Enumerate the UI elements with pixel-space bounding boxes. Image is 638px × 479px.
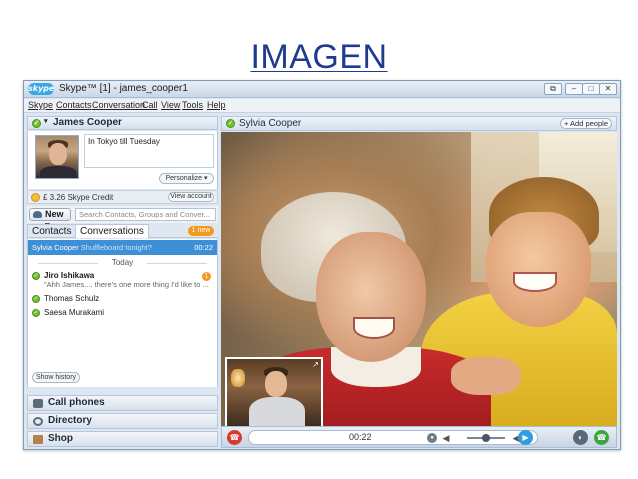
- profile-header[interactable]: ✓ ▾ James Cooper: [27, 116, 218, 130]
- title-bar: skype Skype™ [1] - james_cooper1 ⧉ – □ ✕: [24, 81, 620, 98]
- volume-slider[interactable]: [467, 434, 505, 442]
- shop-button[interactable]: Shop: [27, 431, 218, 447]
- slide-title: IMAGEN: [250, 38, 388, 76]
- menu-bar: Skype Contacts Conversation Call View To…: [24, 99, 620, 113]
- phone-icon: [33, 399, 43, 408]
- call-phones-label: Call phones: [48, 397, 105, 408]
- maximize-icon[interactable]: □: [582, 83, 600, 95]
- menu-contacts[interactable]: Contacts: [56, 100, 92, 110]
- list-item[interactable]: ✓ Thomas Schulz: [32, 294, 99, 303]
- call-pane: ✓ Sylvia Cooper + Add people ↗ ☎ 00:22 ●…: [221, 116, 617, 448]
- contact-preview: Shuffleboard tonight?: [80, 243, 152, 252]
- call-controls: ☎ 00:22 ● ◀ ◀ ▶ ◐ ☎: [221, 426, 617, 448]
- shop-label: Shop: [48, 433, 73, 444]
- magnifier-icon: [33, 417, 43, 426]
- search-input[interactable]: Search Contacts, Groups and Conver...: [75, 208, 216, 221]
- menu-tools[interactable]: Tools: [182, 100, 203, 110]
- contact-name: Jiro Ishikawa: [44, 271, 95, 280]
- online-status-icon: ✓: [226, 119, 235, 128]
- shop-bag-icon: [33, 435, 43, 444]
- close-icon[interactable]: ✕: [599, 83, 617, 95]
- credit-bar: £ 3.26 Skype Credit View account: [27, 190, 218, 204]
- speaker-icon[interactable]: ◀: [441, 433, 451, 443]
- menu-help[interactable]: Help: [207, 100, 226, 110]
- add-contact-icon: [33, 211, 42, 218]
- microphone-icon[interactable]: ●: [427, 433, 437, 443]
- directory-button[interactable]: Directory: [27, 413, 218, 429]
- call-header: ✓ Sylvia Cooper + Add people: [221, 116, 617, 131]
- skype-window: skype Skype™ [1] - james_cooper1 ⧉ – □ ✕…: [23, 80, 621, 450]
- tab-conversations[interactable]: Conversations: [75, 224, 149, 238]
- call-control-pill: 00:22 ● ◀ ◀: [248, 430, 538, 445]
- view-account-button[interactable]: View account: [168, 192, 214, 202]
- chevron-down-icon: ▾: [44, 118, 48, 125]
- end-call-button[interactable]: ☎: [227, 430, 242, 445]
- call-time: 00:22: [194, 243, 213, 252]
- hold-button[interactable]: ◐: [573, 430, 588, 445]
- online-status-icon: ✓: [32, 119, 41, 128]
- today-divider: Today: [28, 258, 217, 267]
- online-status-icon: ✓: [32, 295, 40, 303]
- online-status-icon: ✓: [32, 272, 40, 280]
- tab-contacts[interactable]: Contacts: [27, 224, 77, 238]
- contact-name: Thomas Schulz: [44, 294, 100, 303]
- show-history-button[interactable]: Show history: [32, 372, 80, 383]
- coin-icon: [31, 193, 40, 202]
- mood-message[interactable]: In Tokyo till Tuesday: [84, 134, 214, 168]
- left-pane: ✓ ▾ James Cooper In Tokyo till Tuesday P…: [27, 116, 218, 448]
- conversation-list: Sylvia Cooper Shuffleboard tonight? 00:2…: [27, 239, 218, 387]
- expand-arrow-icon[interactable]: ↗: [312, 360, 319, 369]
- contact-preview: "Ahh James.... there's one more thing I'…: [44, 280, 209, 289]
- unread-badge: 1: [202, 272, 211, 281]
- call-duration: 00:22: [349, 432, 372, 442]
- menu-call[interactable]: Call: [142, 100, 158, 110]
- contact-name: Saesa Murakami: [44, 308, 105, 317]
- call-phones-button[interactable]: Call phones: [27, 395, 218, 411]
- window-title: Skype™ [1] - james_cooper1: [59, 83, 188, 94]
- volume-slider-thumb[interactable]: [482, 434, 490, 442]
- list-item-selected[interactable]: Sylvia Cooper Shuffleboard tonight? 00:2…: [28, 240, 217, 255]
- add-people-button[interactable]: + Add people: [560, 118, 612, 129]
- online-status-icon: ✓: [32, 309, 40, 317]
- menu-skype[interactable]: Skype: [28, 100, 53, 110]
- personalize-button[interactable]: Personalize ▾: [159, 173, 214, 184]
- profile-name: James Cooper: [53, 117, 122, 128]
- new-badge: 1 new: [188, 226, 214, 236]
- new-search-row: New ▾ Search Contacts, Groups and Conver…: [27, 206, 218, 230]
- video-feed: ↗: [221, 132, 617, 426]
- contact-name: Sylvia Cooper: [32, 243, 79, 252]
- list-item[interactable]: ✓ Saesa Murakami: [32, 308, 104, 317]
- skype-logo: skype: [28, 83, 55, 95]
- self-view-video[interactable]: ↗: [225, 357, 323, 426]
- menu-conversation[interactable]: Conversation: [92, 100, 145, 110]
- menu-view[interactable]: View: [161, 100, 180, 110]
- profile-card: In Tokyo till Tuesday Personalize ▾: [27, 131, 218, 189]
- restore-icon[interactable]: ⧉: [544, 83, 562, 95]
- answer-call-icon[interactable]: ☎: [594, 430, 609, 445]
- avatar[interactable]: [35, 135, 79, 179]
- list-item[interactable]: ✓ Jiro Ishikawa "Ahh James.... there's o…: [32, 271, 209, 289]
- credit-text: £ 3.26 Skype Credit: [43, 193, 114, 202]
- new-button[interactable]: New ▾: [29, 208, 71, 230]
- tab-bar: Contacts Conversations 1 new: [27, 224, 218, 238]
- minimize-icon[interactable]: –: [565, 83, 583, 95]
- directory-label: Directory: [48, 415, 92, 426]
- call-contact-name: Sylvia Cooper: [239, 118, 302, 129]
- video-toggle-button[interactable]: ▶: [518, 430, 533, 445]
